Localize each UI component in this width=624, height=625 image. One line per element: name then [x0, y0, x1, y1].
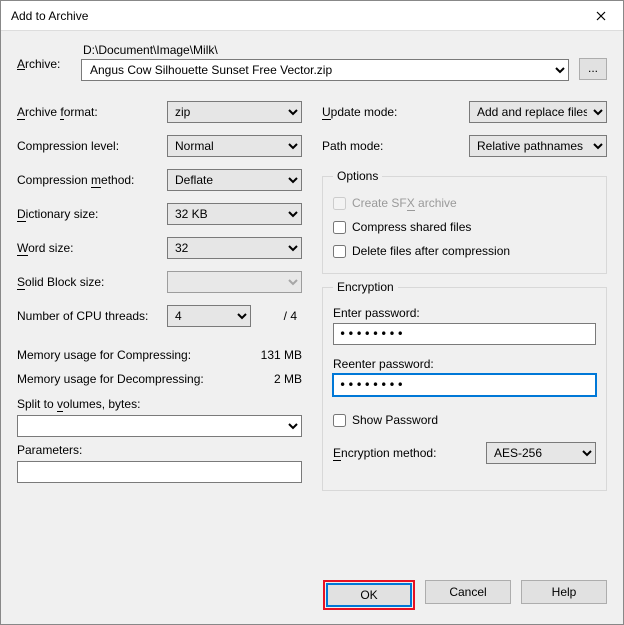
split-select[interactable] [17, 415, 302, 437]
left-column: Archive format: zip Compression level: N… [17, 95, 302, 560]
dict-select[interactable]: 32 KB [167, 203, 302, 225]
cpu-label: Number of CPU threads: [17, 309, 167, 323]
close-button[interactable] [578, 1, 623, 31]
ok-highlight: OK [323, 580, 415, 610]
mem-compress-label: Memory usage for Compressing: [17, 348, 191, 362]
solid-label: Solid Block size: [17, 275, 167, 289]
button-bar: OK Cancel Help [1, 568, 623, 624]
level-label: Compression level: [17, 139, 167, 153]
titlebar: Add to Archive [1, 1, 623, 31]
ok-button[interactable]: OK [326, 583, 412, 607]
right-column: Update mode: Add and replace files Path … [322, 95, 607, 560]
encryption-legend: Encryption [333, 280, 398, 294]
reenter-pw-label: Reenter password: [333, 357, 596, 371]
show-pw-label: Show Password [352, 413, 438, 427]
update-label: Update mode: [322, 105, 469, 119]
close-icon [596, 11, 606, 21]
delete-checkbox[interactable] [333, 245, 346, 258]
method-select[interactable]: Deflate [167, 169, 302, 191]
params-label: Parameters: [17, 443, 302, 457]
update-select[interactable]: Add and replace files [469, 101, 607, 123]
enc-method-select[interactable]: AES-256 [486, 442, 596, 464]
window-title: Add to Archive [11, 9, 88, 23]
word-select[interactable]: 32 [167, 237, 302, 259]
enter-pw-label: Enter password: [333, 306, 596, 320]
split-label: Split to volumes, bytes: [17, 397, 302, 411]
sfx-checkbox [333, 197, 346, 210]
word-label: Word size: [17, 241, 167, 255]
cancel-button[interactable]: Cancel [425, 580, 511, 604]
browse-button[interactable]: ... [579, 58, 607, 80]
shared-label: Compress shared files [352, 220, 471, 234]
mem-compress-value: 131 MB [261, 348, 302, 362]
cpu-select[interactable]: 4 [167, 305, 251, 327]
level-select[interactable]: Normal [167, 135, 302, 157]
enter-pw-input[interactable] [333, 323, 596, 345]
params-input[interactable] [17, 461, 302, 483]
options-legend: Options [333, 169, 382, 183]
archive-main: D:\Document\Image\Milk\ Angus Cow Silhou… [81, 43, 569, 81]
dialog-window: Add to Archive Archive: D:\Document\Imag… [0, 0, 624, 625]
mem-decompress-label: Memory usage for Decompressing: [17, 372, 204, 386]
format-label: Archive format: [17, 105, 167, 119]
reenter-pw-input[interactable] [333, 374, 596, 396]
encryption-fieldset: Encryption Enter password: Reenter passw… [322, 280, 607, 491]
dialog-content: Archive: D:\Document\Image\Milk\ Angus C… [1, 31, 623, 568]
pathmode-select[interactable]: Relative pathnames [469, 135, 607, 157]
method-label: Compression method: [17, 173, 167, 187]
dict-label: Dictionary size: [17, 207, 167, 221]
columns: Archive format: zip Compression level: N… [17, 95, 607, 560]
archive-label: Archive: [17, 43, 71, 71]
solid-select [167, 271, 302, 293]
show-pw-checkbox[interactable] [333, 414, 346, 427]
delete-label: Delete files after compression [352, 244, 510, 258]
format-select[interactable]: zip [167, 101, 302, 123]
options-fieldset: Options Create SFX archive Compress shar… [322, 169, 607, 274]
cpu-total: / 4 [257, 309, 297, 323]
enc-method-label: Encryption method: [333, 446, 436, 460]
help-button[interactable]: Help [521, 580, 607, 604]
pathmode-label: Path mode: [322, 139, 469, 153]
mem-decompress-value: 2 MB [274, 372, 302, 386]
archive-row: Archive: D:\Document\Image\Milk\ Angus C… [17, 43, 607, 81]
archive-filename-select[interactable]: Angus Cow Silhouette Sunset Free Vector.… [81, 59, 569, 81]
archive-path: D:\Document\Image\Milk\ [81, 43, 569, 57]
shared-checkbox[interactable] [333, 221, 346, 234]
sfx-label: Create SFX archive [352, 196, 457, 210]
